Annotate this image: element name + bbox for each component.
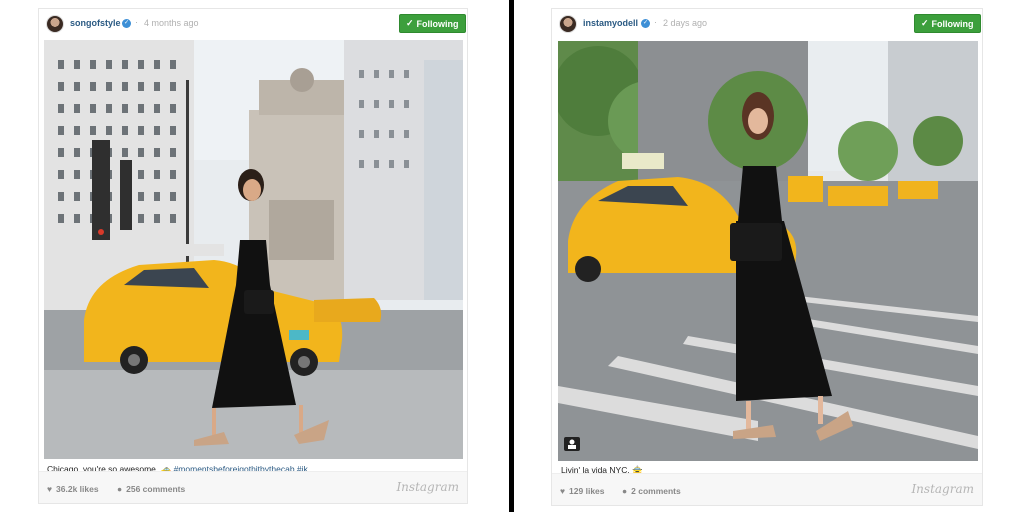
verified-badge-icon: ✓ <box>641 19 650 28</box>
photo-tag-icon <box>564 437 580 451</box>
check-icon: ✓ <box>921 18 929 28</box>
post-photo[interactable] <box>558 41 978 461</box>
likes-label: 36.2k likes <box>56 484 99 494</box>
username[interactable]: songofstyle <box>70 18 121 28</box>
likes-count[interactable]: ♥ 36.2k likes <box>47 484 99 494</box>
verified-badge-icon: ✓ <box>122 19 131 28</box>
post-time: 4 months ago <box>144 18 199 28</box>
username[interactable]: instamyodell <box>583 18 638 28</box>
comments-count[interactable]: ● 256 comments <box>117 484 185 494</box>
comments-label: 2 comments <box>631 486 681 496</box>
post-footer: ♥ 129 likes ● 2 comments Instagram <box>552 473 982 505</box>
instagram-logo[interactable]: Instagram <box>911 482 974 496</box>
post-header: instamyodell ✓ · 2 days ago ✓ Following <box>552 9 982 40</box>
post-card-instamyodell: instamyodell ✓ · 2 days ago ✓ Following <box>551 8 983 506</box>
post-time: 2 days ago <box>663 18 708 28</box>
comment-icon: ● <box>117 484 123 494</box>
avatar[interactable] <box>559 15 577 33</box>
post-footer: ♥ 36.2k likes ● 256 comments Instagram <box>39 471 467 503</box>
post-photo[interactable] <box>44 40 463 459</box>
instagram-logo[interactable]: Instagram <box>396 480 459 494</box>
separator-dot: · <box>135 17 138 27</box>
likes-count[interactable]: ♥ 129 likes <box>560 486 605 496</box>
heart-icon: ♥ <box>560 486 566 496</box>
post-header: songofstyle ✓ · 4 months ago ✓ Following <box>39 9 467 40</box>
comments-label: 256 comments <box>126 484 186 494</box>
comments-count[interactable]: ● 2 comments <box>622 486 681 496</box>
likes-label: 129 likes <box>569 486 605 496</box>
avatar[interactable] <box>46 15 64 33</box>
separator-dot: · <box>654 17 657 27</box>
post-card-songofstyle: songofstyle ✓ · 4 months ago ✓ Following <box>38 8 468 504</box>
comment-icon: ● <box>622 486 628 496</box>
following-button[interactable]: ✓ Following <box>399 14 466 33</box>
center-divider <box>509 0 514 512</box>
following-label: Following <box>416 18 459 29</box>
heart-icon: ♥ <box>47 484 53 494</box>
check-icon: ✓ <box>406 18 414 28</box>
following-button[interactable]: ✓ Following <box>914 14 981 33</box>
following-label: Following <box>931 18 974 29</box>
